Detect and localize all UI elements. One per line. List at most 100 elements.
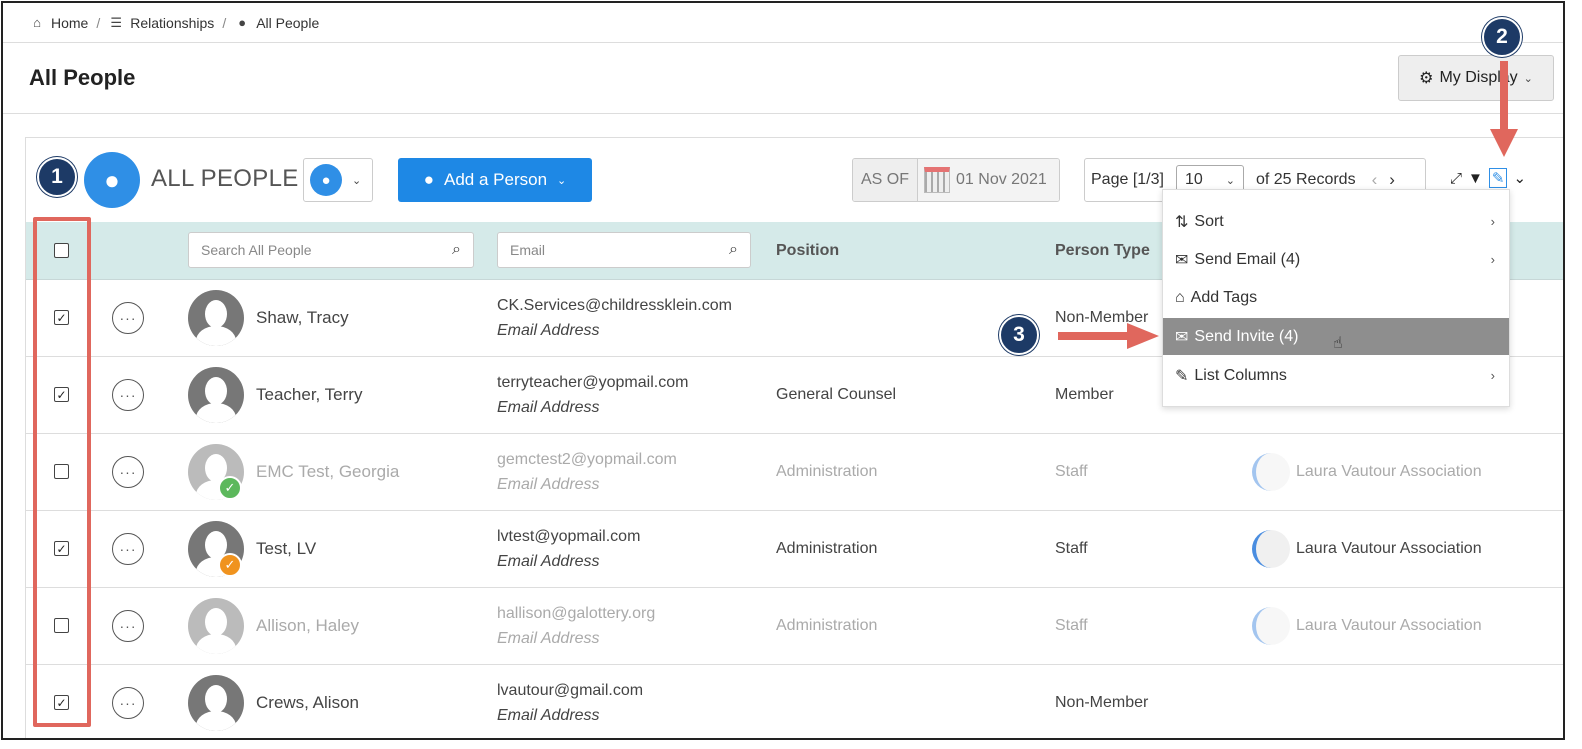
person-position: Administration xyxy=(776,463,878,480)
email-label: Email Address xyxy=(497,399,600,416)
chevron-down-icon: ⌄ xyxy=(1523,72,1533,85)
person-email[interactable]: lvautour@gmail.com xyxy=(497,682,643,700)
breadcrumb-relationships[interactable]: ☰ Relationships xyxy=(108,15,214,31)
chevron-down-icon: ⌄ xyxy=(1225,174,1235,187)
search-input[interactable]: Search All People ⌕ xyxy=(188,232,474,268)
tags-icon: ⌂ xyxy=(1175,288,1185,306)
row-actions-icon[interactable]: ··· xyxy=(112,687,144,719)
annotation-arrow-right xyxy=(1058,332,1130,340)
wrench-icon[interactable]: ✎ xyxy=(1488,168,1508,188)
home-icon: ⌂ xyxy=(33,15,41,30)
person-type: Non-Member xyxy=(1055,694,1149,711)
page-title: All People xyxy=(29,65,136,90)
person-type: Member xyxy=(1055,386,1114,403)
gear-icon: ⚙ xyxy=(1419,70,1434,87)
person-name[interactable]: Crews, Alison xyxy=(256,693,359,713)
annotation-arrow-down xyxy=(1500,61,1508,133)
chevron-right-icon: › xyxy=(1490,368,1495,383)
association[interactable]: Laura Vautour Association xyxy=(1252,453,1482,491)
add-person-button[interactable]: ● Add a Person ⌄ xyxy=(398,158,592,202)
column-header-position[interactable]: Position xyxy=(776,242,839,260)
person-name[interactable]: Shaw, Tracy xyxy=(256,308,349,328)
person-type: Staff xyxy=(1055,617,1088,634)
page-indicator: Page [1/3] xyxy=(1091,171,1164,188)
person-name[interactable]: EMC Test, Georgia xyxy=(256,462,399,482)
annotation-marker-2: 2 xyxy=(1482,17,1522,57)
person-name[interactable]: Allison, Haley xyxy=(256,616,359,636)
record-count: of 25 Records xyxy=(1255,171,1356,188)
calendar-icon xyxy=(924,167,951,193)
menu-item-add-tags[interactable]: ⌂ Add Tags xyxy=(1163,279,1509,316)
check-icon: ✓ xyxy=(218,553,242,577)
avatar xyxy=(188,290,244,346)
envelope-icon: ✉ xyxy=(1175,251,1189,269)
association-logo-icon xyxy=(1252,530,1290,568)
association[interactable]: Laura Vautour Association xyxy=(1252,530,1482,568)
expand-icon[interactable]: ⤢ xyxy=(1450,170,1462,187)
table-row: ··· Allison, Haley hallison@galottery.or… xyxy=(26,588,1563,665)
email-search-input[interactable]: Email ⌕ xyxy=(497,232,751,268)
annotation-marker-1: 1 xyxy=(37,157,77,197)
email-label: Email Address xyxy=(497,707,600,724)
list-title: ALL PEOPLE xyxy=(151,165,299,192)
annotation-arrow-down-head xyxy=(1490,129,1518,157)
chevron-right-icon: › xyxy=(1490,214,1495,229)
annotation-marker-3: 3 xyxy=(999,315,1039,355)
list-tools-menu: ⇅ Sort › ✉ Send Email (4) › ⌂ Add Tags ✉… xyxy=(1162,189,1510,407)
email-label: Email Address xyxy=(497,630,600,647)
avatar xyxy=(188,598,244,654)
person-email[interactable]: CK.Services@childressklein.com xyxy=(497,297,732,315)
annotation-arrow-right-head xyxy=(1127,323,1159,349)
person-position: General Counsel xyxy=(776,386,897,403)
chevron-down-icon: ⌄ xyxy=(352,174,362,187)
chevron-right-icon: › xyxy=(1490,252,1495,267)
breadcrumb-home[interactable]: ⌂ Home xyxy=(29,15,88,31)
person-email[interactable]: gemctest2@yopmail.com xyxy=(497,451,677,469)
chevron-down-icon[interactable]: ⌄ xyxy=(1513,169,1526,187)
check-icon: ✓ xyxy=(218,476,242,500)
breadcrumb-all-people: ● All People xyxy=(234,15,319,31)
person-email[interactable]: hallison@galottery.org xyxy=(497,605,655,623)
table-row: ✓ ··· Crews, Alison lvautour@gmail.com E… xyxy=(26,665,1563,738)
next-page-icon[interactable]: › xyxy=(1389,170,1395,190)
association[interactable]: Laura Vautour Association xyxy=(1252,607,1482,645)
person-name[interactable]: Test, LV xyxy=(256,539,316,559)
filter-icon[interactable]: ▼ xyxy=(1468,170,1483,187)
hand-cursor-icon: ☝ xyxy=(1333,335,1343,352)
my-display-button[interactable]: ⚙ My Display ⌄ xyxy=(1398,55,1554,101)
row-actions-icon[interactable]: ··· xyxy=(112,302,144,334)
row-actions-icon[interactable]: ··· xyxy=(112,533,144,565)
avatar xyxy=(188,367,244,423)
previous-page-icon[interactable]: ‹ xyxy=(1372,170,1378,190)
as-of-date: 01 Nov 2021 xyxy=(956,171,1047,188)
menu-item-list-columns[interactable]: ✎ List Columns › xyxy=(1163,357,1509,394)
row-actions-icon[interactable]: ··· xyxy=(112,456,144,488)
row-actions-icon[interactable]: ··· xyxy=(112,610,144,642)
group-filter-select[interactable]: ● ⌄ xyxy=(303,158,373,202)
as-of-date-picker[interactable]: AS OF 01 Nov 2021 xyxy=(852,158,1060,202)
breadcrumb: ⌂ Home / ☰ Relationships / ● All People xyxy=(3,3,1563,43)
sort-icon: ⇅ xyxy=(1175,213,1189,231)
people-icon: ● xyxy=(238,15,247,30)
people-group-icon: ● xyxy=(423,170,435,189)
association-logo-icon xyxy=(1252,453,1290,491)
search-icon: ⌕ xyxy=(452,241,461,258)
column-header-person-type[interactable]: Person Type xyxy=(1055,242,1150,260)
row-actions-icon[interactable]: ··· xyxy=(112,379,144,411)
person-email[interactable]: lvtest@yopmail.com xyxy=(497,528,640,546)
person-name[interactable]: Teacher, Terry xyxy=(256,385,362,405)
as-of-label: AS OF xyxy=(853,159,919,201)
screenshot-frame: ⌂ Home / ☰ Relationships / ● All People … xyxy=(1,1,1565,740)
avatar xyxy=(188,675,244,731)
person-email[interactable]: terryteacher@yopmail.com xyxy=(497,374,688,392)
person-type: Staff xyxy=(1055,540,1088,557)
table-row: ✓ ··· ✓ Test, LV lvtest@yopmail.com Emai… xyxy=(26,511,1563,588)
people-group-icon: ● xyxy=(310,164,342,196)
chevron-down-icon: ⌄ xyxy=(557,174,567,187)
email-label: Email Address xyxy=(497,322,600,339)
menu-item-sort[interactable]: ⇅ Sort › xyxy=(1163,203,1509,240)
menu-item-send-email[interactable]: ✉ Send Email (4) › xyxy=(1163,241,1509,278)
list-tools: ⤢ ▼ ✎ ⌄ xyxy=(1450,168,1526,188)
table-row: ··· ✓ EMC Test, Georgia gemctest2@yopmai… xyxy=(26,434,1563,511)
person-position: Administration xyxy=(776,617,878,634)
